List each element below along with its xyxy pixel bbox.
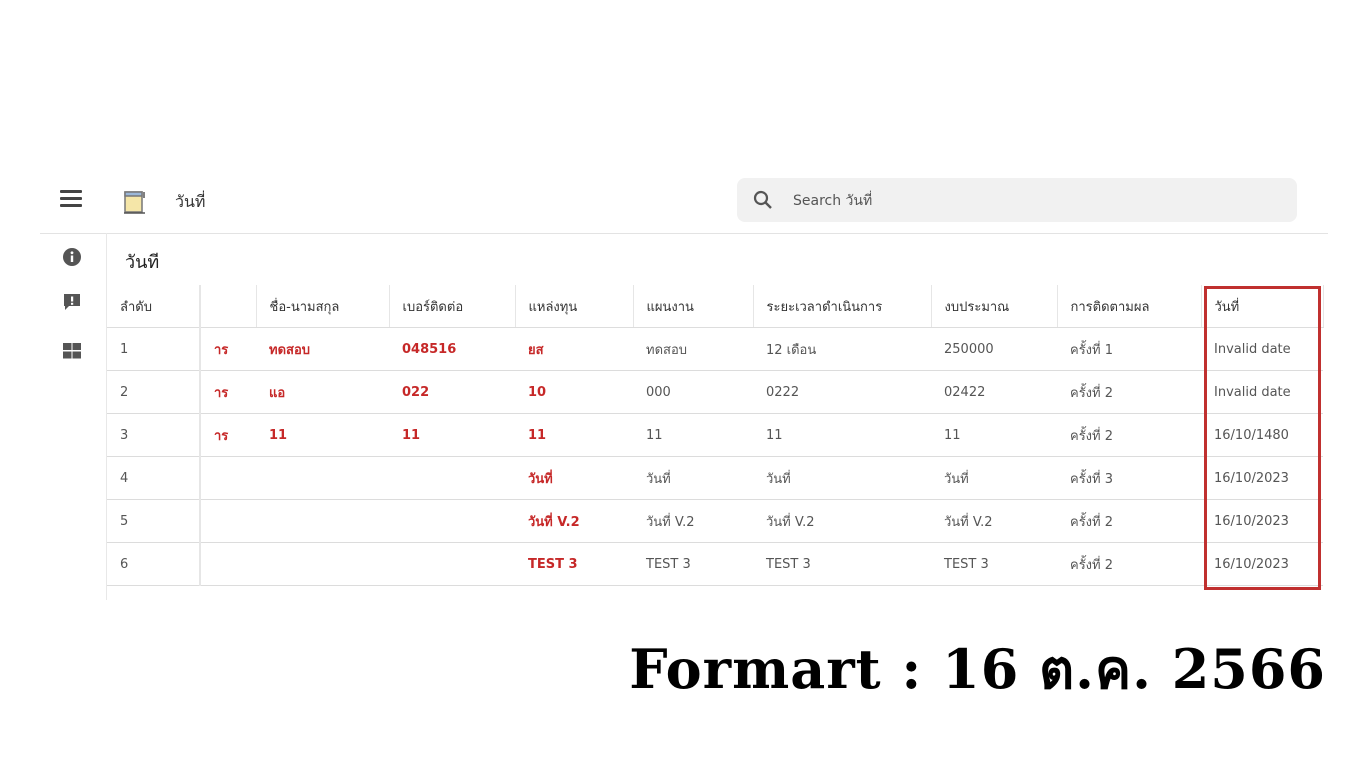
table-cell: วันที่ V.2 bbox=[515, 499, 633, 543]
table-cell: แอ bbox=[256, 370, 389, 414]
table-cell: าร bbox=[200, 327, 256, 371]
table-cell: 2 bbox=[107, 370, 201, 414]
table-cell: 3 bbox=[107, 413, 201, 457]
table-cell: 11 bbox=[753, 413, 931, 457]
search-icon bbox=[753, 190, 772, 209]
table-row[interactable]: 4 วันที่ วันที่ วันที่ วันที่ ครั้งที่ 3… bbox=[107, 456, 1323, 500]
data-table: ลำดับ ชื่อ-นามสกุล เบอร์ติดต่อ แหล่งทุน … bbox=[107, 285, 1324, 586]
search-bar[interactable] bbox=[737, 178, 1297, 222]
hamburger-menu-icon[interactable] bbox=[60, 190, 82, 212]
column-header[interactable]: ชื่อ-นามสกุล bbox=[256, 285, 390, 328]
table-cell: 4 bbox=[107, 456, 201, 500]
table-row[interactable]: 1 าร ทดสอบ 048516 ยส ทดสอบ 12 เดือน 2500… bbox=[107, 327, 1323, 371]
table-cell: TEST 3 bbox=[931, 542, 1057, 586]
table-cell: 000 bbox=[633, 370, 753, 414]
column-header[interactable]: ลำดับ bbox=[107, 285, 201, 328]
table-cell: าร bbox=[200, 413, 256, 457]
column-header[interactable]: ระยะเวลาดำเนินการ bbox=[753, 285, 932, 328]
table-cell: 0222 bbox=[753, 370, 931, 414]
table-row[interactable]: 2 าร แอ 022 10 000 0222 02422 ครั้งที่ 2… bbox=[107, 370, 1323, 414]
table-cell: 11 bbox=[389, 413, 515, 457]
table-cell: ครั้งที่ 2 bbox=[1057, 499, 1201, 543]
table-cell bbox=[389, 542, 515, 586]
table-cell: 11 bbox=[931, 413, 1057, 457]
table-row[interactable]: 5 วันที่ V.2 วันที่ V.2 วันที่ V.2 วันที… bbox=[107, 499, 1323, 543]
table-cell: ครั้งที่ 2 bbox=[1057, 413, 1201, 457]
table-cell: 048516 bbox=[389, 327, 515, 371]
view-title: วันที bbox=[125, 252, 160, 273]
table-cell: วันที่ bbox=[931, 456, 1057, 500]
table-cell bbox=[389, 456, 515, 500]
date-column-highlight-box bbox=[1204, 286, 1321, 590]
content-area: วันที ลำดับ ชื่อ-นามสกุล เบอร์ติดต่อ แหล… bbox=[107, 233, 1328, 600]
column-header[interactable]: แหล่งทุน bbox=[515, 285, 634, 328]
table-cell: วันที่ bbox=[753, 456, 931, 500]
table-cell: วันที่ bbox=[515, 456, 633, 500]
top-bar: วันที่ bbox=[40, 170, 1328, 234]
dashboard-icon[interactable] bbox=[62, 341, 82, 361]
table-cell: 12 เดือน bbox=[753, 327, 931, 371]
table-cell: 11 bbox=[633, 413, 753, 457]
table-cell: วันที่ V.2 bbox=[633, 499, 753, 543]
search-input[interactable] bbox=[791, 188, 1275, 214]
table-cell: ครั้งที่ 1 bbox=[1057, 327, 1201, 371]
table-cell: วันที่ V.2 bbox=[931, 499, 1057, 543]
table-cell bbox=[200, 456, 256, 500]
column-header[interactable]: แผนงาน bbox=[633, 285, 754, 328]
table-cell: 250000 bbox=[931, 327, 1057, 371]
app-window: วันที่ วันที bbox=[40, 170, 1328, 600]
side-rail bbox=[40, 233, 106, 600]
table-row[interactable]: 3 าร 11 11 11 11 11 11 ครั้งที่ 2 16/10/… bbox=[107, 413, 1323, 457]
table-cell: วันที่ bbox=[633, 456, 753, 500]
info-icon[interactable] bbox=[62, 247, 82, 267]
column-header[interactable]: การติดตามผล bbox=[1057, 285, 1202, 328]
table-cell: TEST 3 bbox=[515, 542, 633, 586]
table-cell: 02422 bbox=[931, 370, 1057, 414]
table-cell: 6 bbox=[107, 542, 201, 586]
app-title: วันที่ bbox=[175, 192, 206, 211]
table-cell: 11 bbox=[515, 413, 633, 457]
table-cell: ครั้งที่ 2 bbox=[1057, 370, 1201, 414]
table-cell: 5 bbox=[107, 499, 201, 543]
table-cell: าร bbox=[200, 370, 256, 414]
column-header[interactable]: งบประมาณ bbox=[931, 285, 1058, 328]
table-cell bbox=[256, 456, 389, 500]
table-cell bbox=[200, 542, 256, 586]
table-cell: 1 bbox=[107, 327, 201, 371]
table-cell bbox=[200, 499, 256, 543]
table-cell bbox=[256, 542, 389, 586]
table-view-icon bbox=[124, 191, 145, 214]
table-cell: ทดสอบ bbox=[633, 327, 753, 371]
table-cell: TEST 3 bbox=[633, 542, 753, 586]
table-cell: ทดสอบ bbox=[256, 327, 389, 371]
table-cell: TEST 3 bbox=[753, 542, 931, 586]
table-cell: วันที่ V.2 bbox=[753, 499, 931, 543]
table-row[interactable]: 6 TEST 3 TEST 3 TEST 3 TEST 3 ครั้งที่ 2… bbox=[107, 542, 1323, 586]
table-header-row: ลำดับ ชื่อ-นามสกุล เบอร์ติดต่อ แหล่งทุน … bbox=[107, 285, 1324, 328]
table-cell: 11 bbox=[256, 413, 389, 457]
table-cell bbox=[389, 499, 515, 543]
table-cell: ยส bbox=[515, 327, 633, 371]
feedback-icon[interactable] bbox=[62, 292, 82, 312]
format-caption: Formart : 16 ต.ค. 2566 bbox=[629, 637, 1326, 701]
table-cell bbox=[256, 499, 389, 543]
table-cell: 10 bbox=[515, 370, 633, 414]
column-header[interactable]: เบอร์ติดต่อ bbox=[389, 285, 516, 328]
table-cell: ครั้งที่ 3 bbox=[1057, 456, 1201, 500]
table-cell: ครั้งที่ 2 bbox=[1057, 542, 1201, 586]
table-cell: 022 bbox=[389, 370, 515, 414]
column-header[interactable] bbox=[200, 285, 257, 328]
